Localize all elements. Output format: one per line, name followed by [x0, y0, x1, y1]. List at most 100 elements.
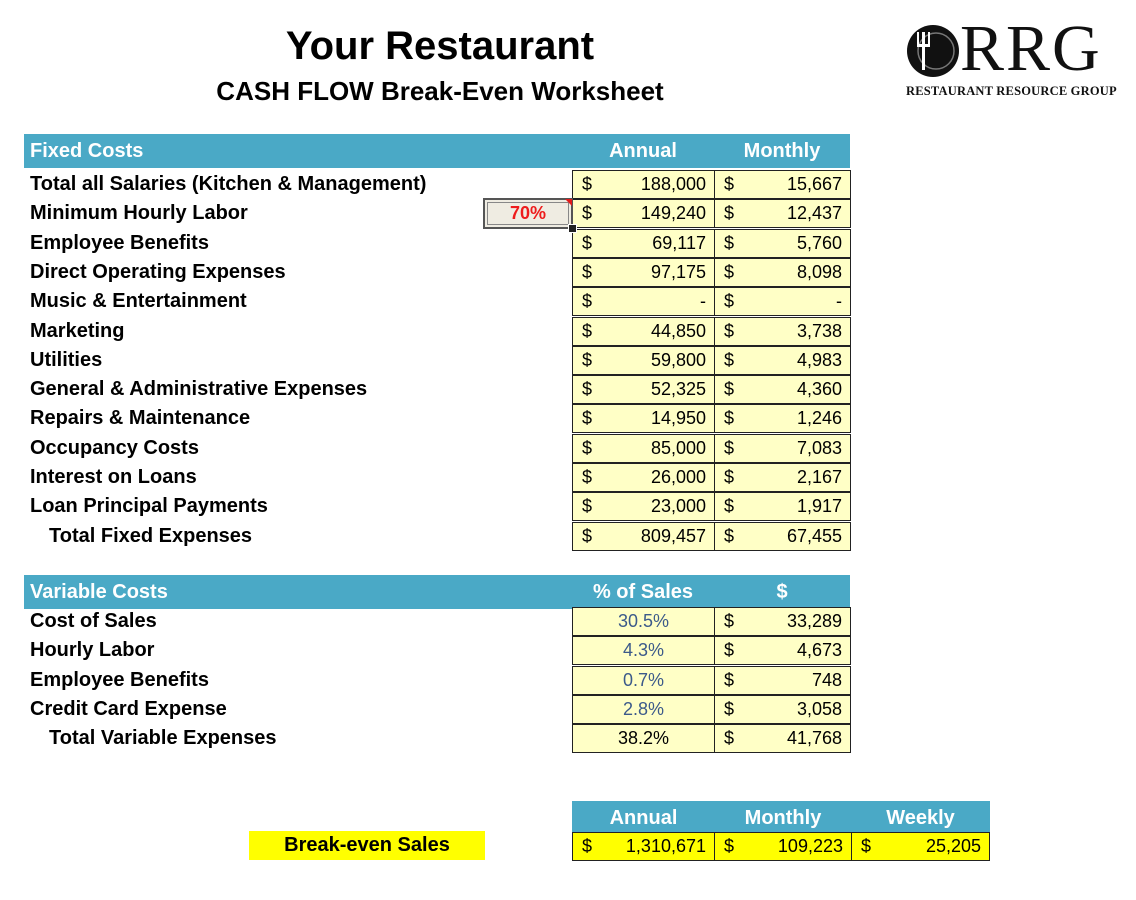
- pct-of-sales-cell[interactable]: 38.2%: [572, 724, 715, 753]
- annual-value: 69,117: [652, 233, 706, 253]
- break-even-weekly[interactable]: $ 25,205: [851, 832, 990, 861]
- currency-symbol: $: [724, 467, 735, 487]
- monthly-value: 4,360: [796, 379, 842, 399]
- currency-symbol: $: [861, 836, 872, 856]
- currency-symbol: $: [724, 379, 735, 399]
- currency-symbol: $: [582, 526, 593, 546]
- row-label: Total all Salaries (Kitchen & Management…: [30, 173, 427, 195]
- break-even-monthly-value: 109,223: [777, 836, 843, 856]
- monthly-value: -: [836, 291, 842, 311]
- currency-symbol: $: [724, 496, 735, 516]
- annual-cell[interactable]: $188,000: [572, 170, 715, 199]
- currency-symbol: $: [582, 467, 593, 487]
- currency-symbol: $: [582, 262, 593, 282]
- annual-cell[interactable]: $85,000: [572, 434, 715, 463]
- row-label: Repairs & Maintenance: [30, 407, 251, 429]
- row-label: Total Fixed Expenses: [49, 525, 253, 547]
- currency-symbol: $: [724, 291, 735, 311]
- amount-cell[interactable]: $748: [714, 666, 851, 695]
- monthly-cell[interactable]: $1,246: [714, 404, 851, 433]
- pct-of-sales-cell[interactable]: 4.3%: [572, 636, 715, 665]
- monthly-cell[interactable]: $67,455: [714, 522, 851, 551]
- annual-cell[interactable]: $809,457: [572, 522, 715, 551]
- monthly-cell[interactable]: $8,098: [714, 258, 851, 287]
- annual-cell[interactable]: $14,950: [572, 404, 715, 433]
- monthly-cell[interactable]: $4,983: [714, 346, 851, 375]
- annual-cell[interactable]: $59,800: [572, 346, 715, 375]
- hourly-labor-percent-value[interactable]: 70%: [487, 202, 569, 225]
- col-dollars: $: [776, 581, 788, 603]
- amount-cell[interactable]: $33,289: [714, 607, 851, 636]
- currency-symbol: $: [582, 174, 593, 194]
- break-even-monthly[interactable]: $ 109,223: [714, 832, 852, 861]
- pct-of-sales-cell[interactable]: 30.5%: [572, 607, 715, 636]
- monthly-cell[interactable]: $4,360: [714, 375, 851, 404]
- col-be-annual: Annual: [609, 807, 678, 829]
- page-title: Your Restaurant: [285, 24, 595, 68]
- hourly-labor-percent-input[interactable]: 70%: [483, 198, 577, 233]
- row-label: Direct Operating Expenses: [30, 261, 286, 283]
- currency-symbol: $: [582, 233, 593, 253]
- annual-value: 85,000: [650, 438, 706, 458]
- fixed-costs-title: Fixed Costs: [30, 140, 144, 162]
- row-label: Utilities: [30, 349, 103, 371]
- annual-cell[interactable]: $69,117: [572, 229, 715, 258]
- row-label: Credit Card Expense: [30, 698, 227, 720]
- currency-symbol: $: [724, 728, 735, 748]
- monthly-cell[interactable]: $15,667: [714, 170, 851, 199]
- monthly-value: 12,437: [786, 203, 842, 223]
- annual-cell[interactable]: $97,175: [572, 258, 715, 287]
- row-label: Interest on Loans: [30, 466, 197, 488]
- currency-symbol: $: [724, 438, 735, 458]
- currency-symbol: $: [724, 408, 735, 428]
- currency-symbol: $: [582, 203, 593, 223]
- monthly-cell[interactable]: $7,083: [714, 434, 851, 463]
- currency-symbol: $: [724, 526, 735, 546]
- monthly-cell[interactable]: $12,437: [714, 199, 851, 228]
- monthly-cell[interactable]: $3,738: [714, 317, 851, 346]
- annual-value: 23,000: [650, 496, 706, 516]
- amount-value: 33,289: [786, 611, 842, 631]
- currency-symbol: $: [582, 379, 593, 399]
- pct-of-sales-cell[interactable]: 0.7%: [572, 666, 715, 695]
- row-label: General & Administrative Expenses: [30, 378, 368, 400]
- row-label: Total Variable Expenses: [49, 727, 277, 749]
- monthly-value: 8,098: [796, 262, 842, 282]
- annual-value: 44,850: [650, 321, 706, 341]
- plate-fork-knife-icon: [907, 25, 959, 77]
- annual-cell[interactable]: $23,000: [572, 492, 715, 521]
- annual-cell[interactable]: $149,240: [572, 199, 715, 228]
- amount-cell[interactable]: $3,058: [714, 695, 851, 724]
- comment-indicator-icon: [565, 199, 572, 206]
- row-label: Hourly Labor: [30, 639, 155, 661]
- monthly-value: 15,667: [786, 174, 842, 194]
- amount-value: 4,673: [796, 640, 842, 660]
- annual-cell[interactable]: $44,850: [572, 317, 715, 346]
- row-label: Employee Benefits: [30, 232, 209, 254]
- monthly-cell[interactable]: $ -: [714, 287, 851, 316]
- currency-symbol: $: [582, 321, 593, 341]
- annual-value: 26,000: [650, 467, 706, 487]
- currency-symbol: $: [724, 640, 735, 660]
- monthly-value: 3,738: [796, 321, 842, 341]
- annual-cell[interactable]: $26,000: [572, 463, 715, 492]
- break-even-annual[interactable]: $ 1,310,671: [572, 832, 715, 861]
- monthly-cell[interactable]: $1,917: [714, 492, 851, 521]
- amount-cell[interactable]: $41,768: [714, 724, 851, 753]
- currency-symbol: $: [724, 611, 735, 631]
- logo-wordmark: RRG: [960, 12, 1102, 85]
- annual-cell[interactable]: $ -: [572, 287, 715, 316]
- fill-handle[interactable]: [568, 224, 577, 233]
- monthly-value: 5,760: [796, 233, 842, 253]
- amount-cell[interactable]: $4,673: [714, 636, 851, 665]
- currency-symbol: $: [724, 262, 735, 282]
- monthly-cell[interactable]: $5,760: [714, 229, 851, 258]
- col-be-monthly: Monthly: [744, 807, 822, 829]
- monthly-cell[interactable]: $2,167: [714, 463, 851, 492]
- logo-tagline: RESTAURANT RESOURCE GROUP: [906, 84, 1117, 98]
- annual-value: -: [700, 291, 706, 311]
- col-monthly: Monthly: [743, 140, 821, 162]
- annual-cell[interactable]: $52,325: [572, 375, 715, 404]
- pct-of-sales-cell[interactable]: 2.8%: [572, 695, 715, 724]
- currency-symbol: $: [724, 699, 735, 719]
